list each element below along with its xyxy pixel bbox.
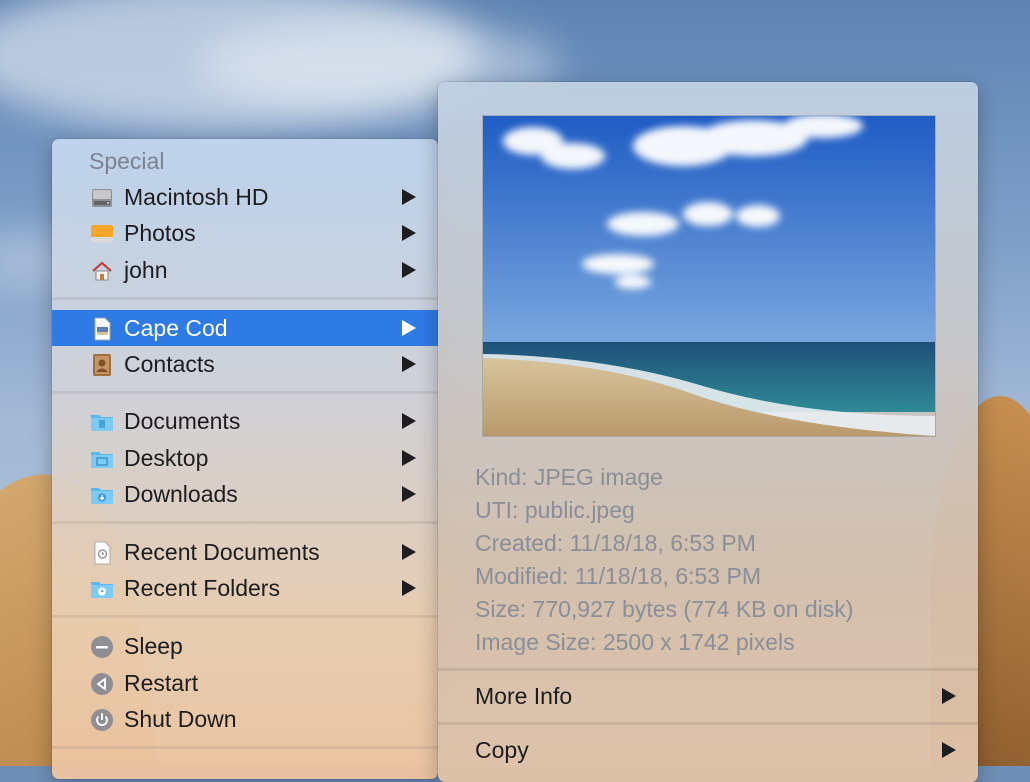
menu-item-label: Recent Folders — [124, 575, 280, 601]
menu-item-cape-cod[interactable]: Cape Cod — [52, 310, 438, 346]
downloads-folder-icon — [91, 488, 113, 504]
file-preview-panel: Kind: JPEG image UTI: public.jpeg Create… — [438, 82, 978, 782]
recent-folders-icon — [91, 582, 113, 598]
desktop-folder-icon — [91, 452, 113, 468]
menu-item-photos[interactable]: Photos — [52, 215, 438, 251]
info-created: Created: 11/18/18, 6:53 PM — [475, 530, 756, 556]
info-image-size: Image Size: 2500 x 1742 pixels — [475, 629, 795, 655]
shut-down-icon — [91, 709, 113, 731]
submenu-arrow-icon — [402, 544, 416, 560]
menu-item-label: Documents — [124, 408, 241, 434]
menu-item-label: Sleep — [124, 633, 183, 659]
info-modified: Modified: 11/18/18, 6:53 PM — [475, 563, 761, 589]
sleep-icon — [91, 636, 113, 658]
submenu-arrow-icon — [942, 688, 956, 704]
menu-header: Special — [89, 148, 165, 174]
copy-label: Copy — [475, 737, 529, 763]
menu-item-documents[interactable]: Documents — [52, 403, 438, 439]
menu-item-label: Shut Down — [124, 706, 237, 732]
menu-item-label: Macintosh HD — [124, 184, 269, 210]
menu-item-label: Contacts — [124, 351, 215, 377]
submenu-arrow-icon — [402, 450, 416, 466]
submenu-arrow-icon — [402, 580, 416, 596]
recent-documents-icon — [94, 541, 111, 565]
submenu-arrow-icon — [402, 262, 416, 278]
more-info-label: More Info — [475, 683, 573, 709]
submenu-arrow-icon — [402, 486, 416, 502]
menu-item-downloads[interactable]: Downloads — [52, 476, 438, 512]
special-menu: Special Macintosh HD Photos john Cape Co — [52, 139, 438, 779]
home-icon — [92, 261, 112, 281]
menu-item-john[interactable]: john — [52, 252, 438, 288]
menu-item-sleep[interactable]: Sleep — [52, 628, 438, 664]
hard-drive-icon — [92, 189, 112, 207]
contacts-app-icon — [93, 354, 111, 376]
menu-item-label: Downloads — [124, 481, 238, 507]
menu-separator — [52, 615, 438, 618]
menu-item-label: john — [124, 257, 168, 283]
copy-menu-item[interactable]: Copy — [438, 732, 978, 768]
restart-icon — [91, 673, 113, 695]
menu-item-label: Restart — [124, 670, 199, 696]
menu-item-label: Recent Documents — [124, 539, 320, 565]
menu-item-label: Cape Cod — [124, 315, 228, 341]
submenu-arrow-icon — [402, 356, 416, 372]
menu-item-recent-documents[interactable]: Recent Documents — [52, 534, 438, 570]
submenu-arrow-icon — [402, 189, 416, 205]
menu-item-desktop[interactable]: Desktop — [52, 440, 438, 476]
preview-separator — [438, 668, 978, 671]
menu-item-recent-folders[interactable]: Recent Folders — [52, 570, 438, 606]
more-info-menu-item[interactable]: More Info — [438, 678, 978, 714]
menu-item-contacts[interactable]: Contacts — [52, 346, 438, 382]
info-size: Size: 770,927 bytes (774 KB on disk) — [475, 596, 854, 622]
beach-photo — [482, 115, 936, 437]
beach-photo-image — [483, 116, 935, 436]
submenu-arrow-icon — [402, 413, 416, 429]
menu-item-restart[interactable]: Restart — [52, 665, 438, 701]
menu-item-shut-down[interactable]: Shut Down — [52, 701, 438, 737]
menu-item-label: Desktop — [124, 445, 209, 471]
menu-separator — [52, 746, 438, 749]
submenu-arrow-icon — [942, 742, 956, 758]
external-drive-icon — [91, 225, 113, 243]
menu-item-macintosh-hd[interactable]: Macintosh HD — [52, 179, 438, 215]
jpeg-document-icon — [94, 317, 111, 341]
info-kind: Kind: JPEG image — [475, 464, 663, 490]
documents-folder-icon — [91, 415, 113, 431]
menu-separator — [52, 297, 438, 300]
submenu-arrow-icon — [402, 225, 416, 241]
menu-separator — [52, 391, 438, 394]
menu-item-label: Photos — [124, 220, 196, 246]
info-uti: UTI: public.jpeg — [475, 497, 635, 523]
preview-separator — [438, 722, 978, 725]
submenu-arrow-icon — [402, 320, 416, 336]
menu-separator — [52, 521, 438, 524]
